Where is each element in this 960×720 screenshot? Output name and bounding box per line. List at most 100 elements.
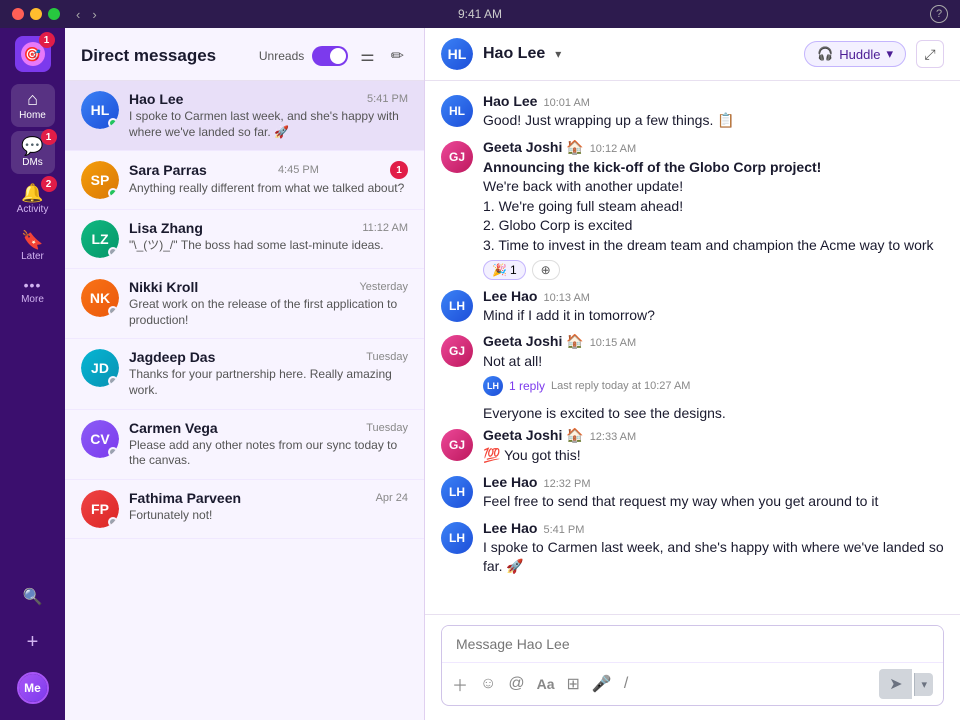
dm-content: Sara Parras 4:45 PM 1 Anything really di… bbox=[129, 161, 408, 197]
logo-badge: 1 bbox=[39, 32, 55, 48]
emoji-icon[interactable]: ☺ bbox=[480, 675, 496, 693]
msg-time: 10:12 AM bbox=[590, 143, 636, 155]
dms-badge: 1 bbox=[41, 129, 57, 145]
minimize-button[interactable] bbox=[30, 8, 42, 20]
message-input[interactable] bbox=[442, 626, 943, 662]
status-dot bbox=[108, 517, 118, 527]
send-main[interactable]: ➤ bbox=[879, 669, 912, 699]
msg-sender: Lee Hao bbox=[483, 288, 537, 304]
chat-header: HL Hao Lee ▾ 🎧 Huddle ▾ ⤢ bbox=[425, 28, 960, 81]
dm-preview: Please add any other notes from our sync… bbox=[129, 438, 408, 469]
dm-preview: Anything really different from what we t… bbox=[129, 181, 408, 197]
close-button[interactable] bbox=[12, 8, 24, 20]
list-item[interactable]: CV Carmen Vega Tuesday Please add any ot… bbox=[65, 410, 424, 480]
send-button[interactable]: ➤ ▾ bbox=[879, 669, 933, 699]
msg-avatar-img: GJ bbox=[441, 141, 473, 173]
dm-preview: Thanks for your partnership here. Really… bbox=[129, 367, 408, 398]
plus-icon: + bbox=[27, 631, 39, 654]
audio-icon[interactable]: 🎤 bbox=[592, 674, 612, 694]
avatar: NK bbox=[81, 279, 119, 317]
filter-icon[interactable]: ⚌ bbox=[356, 42, 378, 70]
dm-list: HL Hao Lee 5:41 PM I spoke to Carmen las… bbox=[65, 81, 424, 720]
msg-text: 💯 You got this! bbox=[483, 446, 944, 466]
message-group: GJ Geeta Joshi 🏠 10:15 AM Not at all! LH… bbox=[441, 333, 944, 396]
msg-text: Good! Just wrapping up a few things. 📋 bbox=[483, 111, 944, 131]
msg-sender: Geeta Joshi 🏠 bbox=[483, 427, 584, 444]
avatar: SP bbox=[81, 161, 119, 199]
msg-body: Geeta Joshi 🏠 10:15 AM Not at all! LH 1 … bbox=[483, 333, 944, 396]
maximize-button[interactable] bbox=[48, 8, 60, 20]
chat-input-box: ＋ ☺ @ Aa ⊞ 🎤 / ➤ ▾ bbox=[441, 625, 944, 706]
clock: 9:41 AM bbox=[458, 7, 502, 21]
list-item[interactable]: JD Jagdeep Das Tuesday Thanks for your p… bbox=[65, 339, 424, 409]
msg-avatar-img: HL bbox=[441, 95, 473, 127]
forward-button[interactable]: › bbox=[92, 7, 96, 22]
msg-avatar-img: LH bbox=[441, 522, 473, 554]
list-item[interactable]: NK Nikki Kroll Yesterday Great work on t… bbox=[65, 269, 424, 339]
dm-content: Lisa Zhang 11:12 AM "\_(ツ)_/" The boss h… bbox=[129, 220, 408, 254]
user-avatar[interactable]: Me bbox=[17, 672, 49, 704]
avatar: HL bbox=[81, 91, 119, 129]
status-dot bbox=[108, 306, 118, 316]
list-item[interactable]: SP Sara Parras 4:45 PM 1 Anything really… bbox=[65, 151, 424, 210]
sidebar-item-later[interactable]: 🔖 Later bbox=[11, 225, 55, 268]
dm-time: Tuesday bbox=[366, 422, 408, 434]
mention-icon[interactable]: @ bbox=[508, 675, 524, 693]
text-format-icon[interactable]: Aa bbox=[537, 676, 555, 692]
msg-avatar-img: GJ bbox=[441, 429, 473, 461]
msg-body: Geeta Joshi 🏠 12:33 AM 💯 You got this! bbox=[483, 427, 944, 466]
msg-time: 5:41 PM bbox=[543, 524, 584, 536]
sidebar-item-dms[interactable]: 💬 DMs 1 bbox=[11, 131, 55, 174]
status-dot bbox=[108, 118, 118, 128]
list-item[interactable]: HL Hao Lee 5:41 PM I spoke to Carmen las… bbox=[65, 81, 424, 151]
back-button[interactable]: ‹ bbox=[76, 7, 80, 22]
unreads-toggle[interactable] bbox=[312, 46, 348, 66]
dm-time: Yesterday bbox=[359, 281, 408, 293]
dm-content: Nikki Kroll Yesterday Great work on the … bbox=[129, 279, 408, 328]
list-item[interactable]: FP Fathima Parveen Apr 24 Fortunately no… bbox=[65, 480, 424, 539]
reply-avatar: LH bbox=[483, 376, 503, 396]
send-dropdown[interactable]: ▾ bbox=[914, 673, 933, 696]
msg-time: 12:33 AM bbox=[590, 431, 636, 443]
message-group: GJ Geeta Joshi 🏠 12:33 AM 💯 You got this… bbox=[441, 427, 944, 466]
sidebar-item-more[interactable]: ••• More bbox=[11, 272, 55, 311]
msg-text: Feel free to send that request my way wh… bbox=[483, 492, 944, 512]
compose-icon[interactable]: ✏ bbox=[387, 42, 408, 70]
headphone-icon: 🎧 bbox=[817, 46, 833, 62]
dm-name: Sara Parras bbox=[129, 162, 207, 178]
msg-time: 10:15 AM bbox=[590, 337, 636, 349]
workspace-logo[interactable]: 🎯 1 bbox=[15, 36, 51, 72]
help-button[interactable]: ? bbox=[930, 5, 948, 23]
activity-badge: 2 bbox=[41, 176, 57, 192]
list-item[interactable]: LZ Lisa Zhang 11:12 AM "\_(ツ)_/" The bos… bbox=[65, 210, 424, 269]
attach-icon[interactable]: ⊞ bbox=[567, 674, 580, 694]
slash-command-icon[interactable]: / bbox=[624, 675, 628, 693]
huddle-button[interactable]: 🎧 Huddle ▾ bbox=[804, 41, 906, 67]
reply-thread[interactable]: LH 1 reply Last reply today at 10:27 AM bbox=[483, 376, 944, 396]
msg-body: Lee Hao 12:32 PM Feel free to send that … bbox=[483, 474, 944, 512]
msg-text: Everyone is excited to see the designs. bbox=[483, 404, 944, 424]
add-icon[interactable]: ＋ bbox=[452, 672, 468, 696]
reaction-party[interactable]: 🎉 1 bbox=[483, 260, 526, 280]
msg-avatar: GJ bbox=[441, 335, 473, 367]
status-dot bbox=[108, 247, 118, 257]
unread-badge: 1 bbox=[390, 161, 408, 179]
search-button[interactable]: 🔍 bbox=[11, 581, 55, 613]
toggle-knob bbox=[330, 48, 346, 64]
message-group: LH Lee Hao 10:13 AM Mind if I add it in … bbox=[441, 288, 944, 326]
msg-reactions: 🎉 1 ⊕ bbox=[483, 260, 944, 280]
sidebar-label-more: More bbox=[21, 294, 44, 305]
dm-time: Tuesday bbox=[366, 351, 408, 363]
more-icon: ••• bbox=[24, 278, 42, 292]
sidebar-item-home[interactable]: ⌂ Home bbox=[11, 84, 55, 127]
msg-text: I spoke to Carmen last week, and she's h… bbox=[483, 538, 944, 577]
add-button[interactable]: + bbox=[11, 625, 55, 660]
status-dot bbox=[108, 376, 118, 386]
expand-icon: ⤢ bbox=[924, 46, 935, 63]
dm-name: Fathima Parveen bbox=[129, 490, 241, 506]
msg-avatar: HL bbox=[441, 95, 473, 127]
reaction-add[interactable]: ⊕ bbox=[532, 260, 560, 280]
sidebar-item-activity[interactable]: 🔔 Activity 2 bbox=[11, 178, 55, 221]
expand-button[interactable]: ⤢ bbox=[916, 40, 944, 68]
contact-dropdown-icon[interactable]: ▾ bbox=[555, 47, 561, 61]
